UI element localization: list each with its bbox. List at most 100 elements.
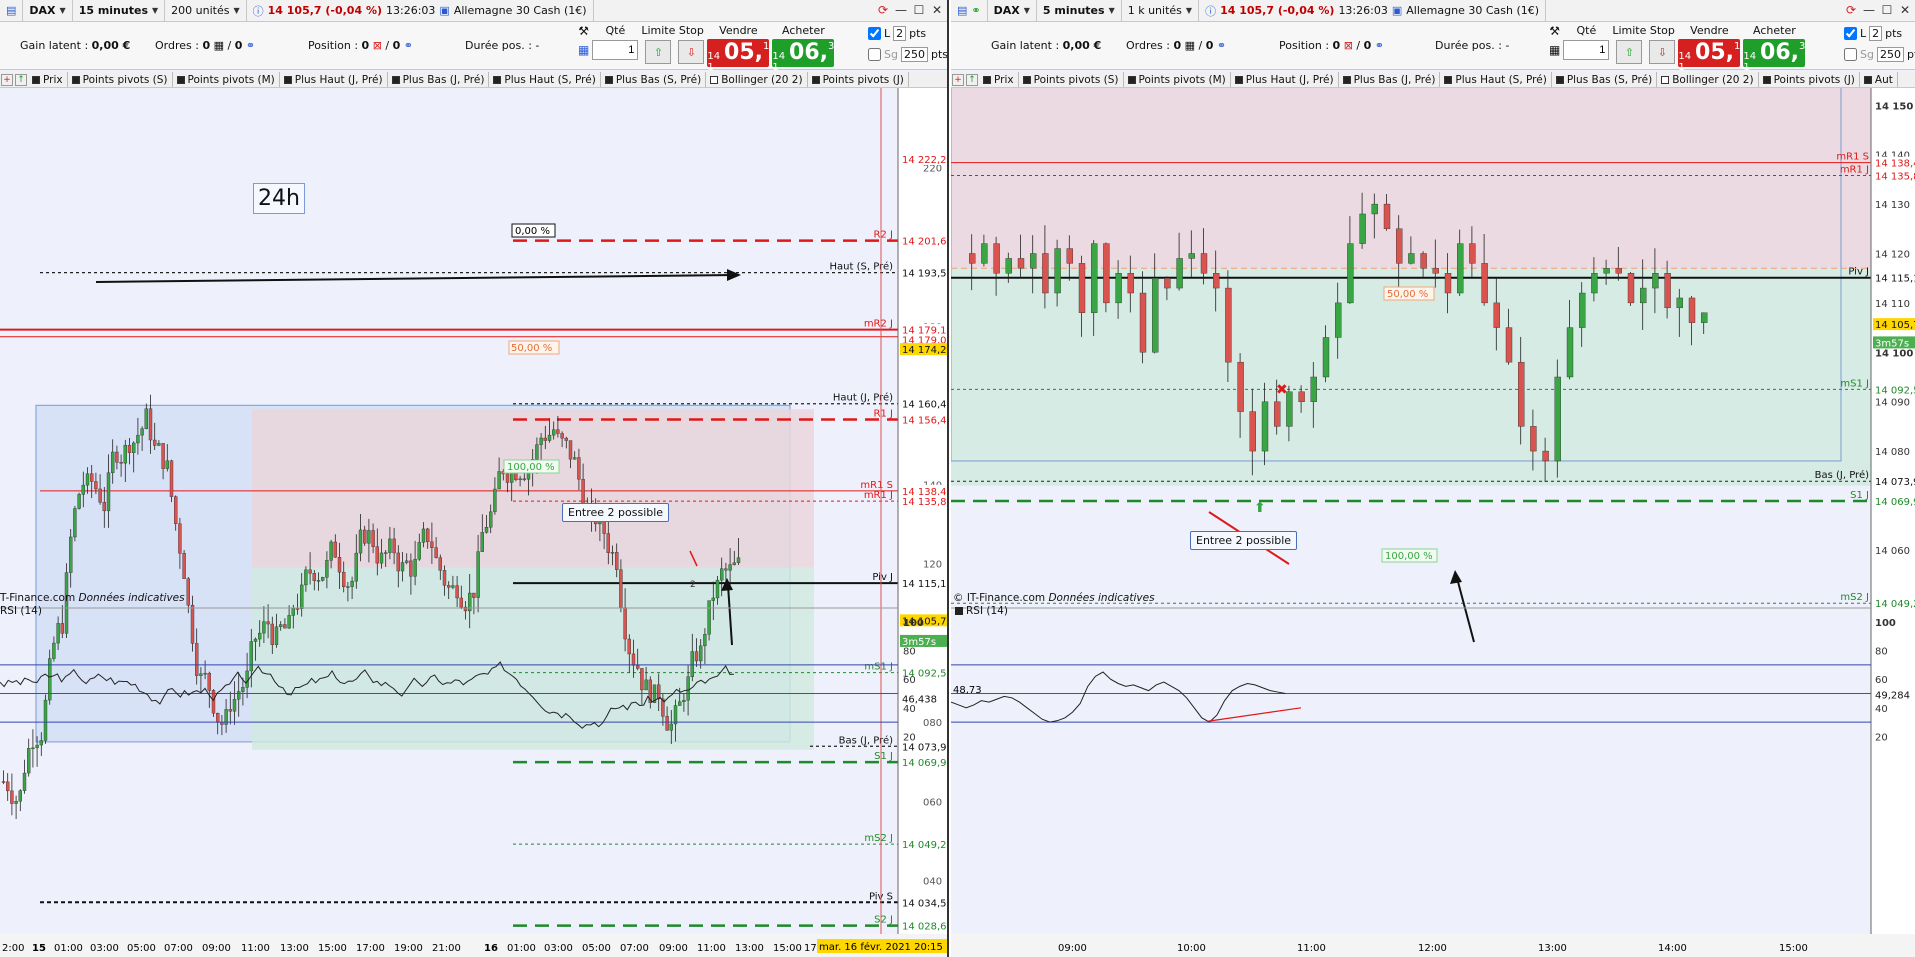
- orders-icon[interactable]: ▦: [214, 39, 224, 52]
- indicator-tab[interactable]: Plus Haut (J, Pré): [280, 72, 388, 87]
- minimize-icon[interactable]: —: [893, 2, 909, 18]
- sg-checkbox[interactable]: [1844, 48, 1857, 61]
- l-checkbox[interactable]: [868, 27, 881, 40]
- orders-link-icon[interactable]: ⚭: [1217, 39, 1226, 52]
- pts-a-input[interactable]: 2: [893, 26, 907, 41]
- position-link-icon[interactable]: ⚭: [1375, 39, 1384, 52]
- qty-input[interactable]: [1563, 40, 1610, 60]
- price-chart-15min[interactable]: R2 J Haut (S, Pré) mR2 J Haut (J, Pré) R1 J m…: [0, 88, 949, 957]
- indicator-tab[interactable]: Prix: [28, 72, 68, 87]
- indicator-tab[interactable]: Points pivots (J): [808, 72, 909, 87]
- candle: [1066, 248, 1074, 264]
- annotation-entry[interactable]: Entree 2 possible: [1190, 531, 1298, 550]
- orders-icon[interactable]: ▦: [1185, 39, 1195, 52]
- rsi-title[interactable]: RSI (14): [955, 605, 1008, 617]
- indicator-tab[interactable]: Points pivots (J): [1759, 72, 1860, 87]
- indicator-toggle-icon[interactable]: ↑: [15, 73, 27, 86]
- pts-a-input[interactable]: 2: [1869, 26, 1883, 41]
- indicator-tab[interactable]: Points pivots (S): [68, 72, 173, 87]
- candle: [1005, 258, 1012, 274]
- candle: [304, 569, 308, 586]
- units-select[interactable]: 1 k unités ▼: [1122, 0, 1200, 22]
- indicator-tab[interactable]: Points pivots (M): [1124, 72, 1231, 87]
- indicator-tab[interactable]: Plus Bas (S, Pré): [1552, 72, 1658, 87]
- stop-order-button[interactable]: ⇩: [678, 40, 705, 64]
- close-icon[interactable]: ✕: [1897, 2, 1913, 18]
- time-tick: 09:00: [659, 943, 688, 954]
- indicator-tab[interactable]: Plus Haut (J, Pré): [1231, 72, 1339, 87]
- candle: [157, 443, 161, 446]
- indicator-tab[interactable]: Prix: [979, 72, 1019, 87]
- candle: [1322, 337, 1330, 378]
- orders-label: Ordres :: [1126, 39, 1170, 52]
- l-checkbox[interactable]: [1844, 27, 1857, 40]
- indicator-tab[interactable]: Bollinger (20 2): [706, 72, 808, 87]
- window-icon-seg[interactable]: ▤ ⚭: [951, 0, 988, 22]
- wrench-icon[interactable]: ⚒: [1549, 24, 1560, 38]
- minimize-icon[interactable]: —: [1861, 2, 1877, 18]
- interval-select[interactable]: 15 minutes ▼: [73, 0, 166, 22]
- stop-order-button[interactable]: ⇩: [1649, 40, 1676, 64]
- position-icon[interactable]: ⊠: [1344, 39, 1353, 52]
- candle: [543, 437, 547, 441]
- candle: [232, 698, 237, 712]
- limit-order-button[interactable]: ⇧: [1616, 40, 1643, 64]
- indicator-tab[interactable]: Aut: [1860, 72, 1898, 87]
- rsi-title[interactable]: RSI (14): [0, 605, 42, 617]
- price-chart-5min[interactable]: mR1 SmR1 J Piv J mS1 J Bas (J, Pré) S1 J mS2 …: [951, 88, 1915, 957]
- indicator-tab[interactable]: Points pivots (M): [173, 72, 280, 87]
- orders-link-icon[interactable]: ⚭: [246, 39, 255, 52]
- candle: [703, 634, 707, 647]
- calendar-icon[interactable]: ▣: [1392, 4, 1402, 17]
- annotation-24h[interactable]: 24h: [253, 183, 305, 214]
- maximize-icon[interactable]: ☐: [911, 2, 927, 18]
- indicator-tab[interactable]: Plus Bas (J, Pré): [388, 72, 490, 87]
- price-tag: 14 073,9: [1875, 477, 1915, 488]
- calendar-icon[interactable]: ▣: [439, 4, 449, 17]
- level-label: S1 J: [1850, 490, 1869, 501]
- indicator-toggle-icon[interactable]: ↑: [966, 73, 978, 86]
- indicator-tab[interactable]: Plus Bas (S, Pré): [601, 72, 707, 87]
- info-icon[interactable]: ⓘ: [253, 3, 264, 19]
- sell-button[interactable]: 14 1 05, 1: [707, 39, 770, 73]
- buy-button[interactable]: 14 1 06, 3: [772, 39, 835, 73]
- indicator-tab[interactable]: Plus Bas (J, Pré): [1339, 72, 1441, 87]
- annotation-entry[interactable]: Entree 2 possible: [562, 503, 670, 522]
- instrument-select[interactable]: DAX ▼: [988, 0, 1037, 22]
- indicator-tab[interactable]: Bollinger (20 2): [1657, 72, 1759, 87]
- candle: [1310, 376, 1317, 402]
- wrench-icon[interactable]: ⚒: [578, 24, 589, 38]
- pts-b-input[interactable]: 250: [1876, 47, 1904, 62]
- position-link-icon[interactable]: ⚭: [404, 39, 413, 52]
- buy-button[interactable]: 14 1 06, 3: [1743, 39, 1806, 73]
- qty-input[interactable]: [592, 40, 639, 60]
- sell-price-prefix: 14 1: [1678, 51, 1692, 73]
- add-indicator-icon[interactable]: +: [952, 73, 964, 86]
- close-icon[interactable]: ✕: [929, 2, 945, 18]
- sell-button[interactable]: 14 1 05, 1: [1678, 39, 1741, 73]
- link-icon[interactable]: ⟳: [1843, 2, 1859, 18]
- add-indicator-icon[interactable]: +: [1, 73, 13, 86]
- indicator-tab[interactable]: Plus Haut (S, Pré): [1440, 72, 1552, 87]
- keypad-icon[interactable]: ▦: [1549, 43, 1560, 57]
- limit-label: Limite: [641, 24, 676, 37]
- link-icon[interactable]: ⟳: [875, 2, 891, 18]
- keypad-icon[interactable]: ▦: [578, 43, 589, 57]
- indicator-tab[interactable]: Plus Haut (S, Pré): [489, 72, 601, 87]
- order-options: L2pts Sg250pts: [1844, 26, 1915, 62]
- instrument-select[interactable]: DAX ▼: [23, 0, 73, 22]
- candle: [1408, 253, 1415, 264]
- interval-select[interactable]: 5 minutes ▼: [1037, 0, 1122, 22]
- units-select[interactable]: 200 unités ▼: [165, 0, 247, 22]
- maximize-icon[interactable]: ☐: [1879, 2, 1895, 18]
- window-icon-seg[interactable]: ▤: [0, 0, 24, 22]
- candle: [375, 546, 379, 564]
- sg-checkbox[interactable]: [868, 48, 881, 61]
- link-icon[interactable]: ⚭: [971, 4, 980, 17]
- indicator-tab[interactable]: Points pivots (S): [1019, 72, 1124, 87]
- candle: [1566, 327, 1574, 378]
- position-icon[interactable]: ⊠: [373, 39, 382, 52]
- limit-order-button[interactable]: ⇧: [645, 40, 672, 64]
- info-icon[interactable]: ⓘ: [1205, 3, 1216, 19]
- pts-b-input[interactable]: 250: [900, 47, 928, 62]
